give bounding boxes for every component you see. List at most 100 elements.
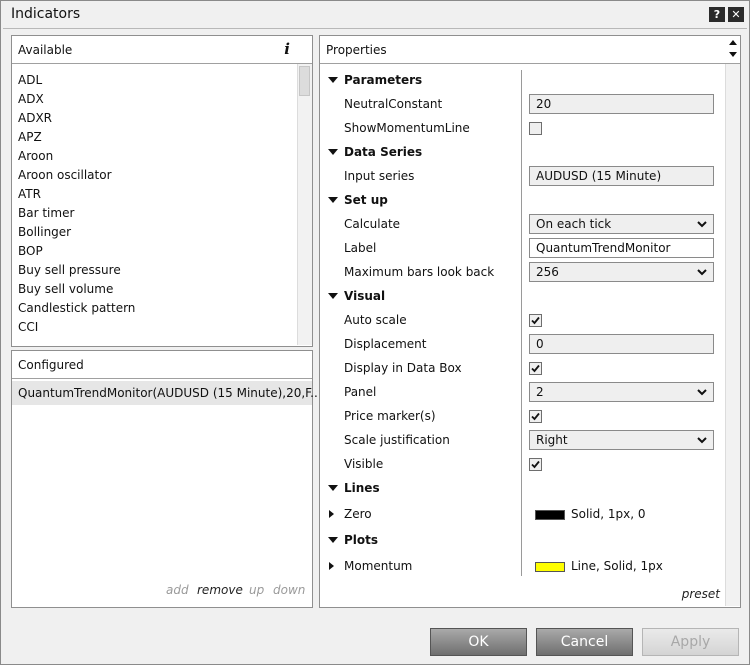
momentum-color-swatch[interactable] [535,562,565,572]
list-item[interactable]: ADXR [18,111,52,125]
panel-select[interactable]: 2 [529,382,714,402]
list-item[interactable]: ADL [18,73,42,87]
list-item[interactable]: Aroon oscillator [18,168,112,182]
apply-button[interactable]: Apply [642,628,739,656]
input-series-field[interactable]: AUDUSD (15 Minute) [529,166,714,186]
available-header: Available i [12,36,312,64]
zero-line-value: Solid, 1px, 0 [571,507,646,521]
display-in-data-box-label: Display in Data Box [344,361,462,375]
collapse-icon[interactable] [328,537,338,543]
properties-header: Properties [320,36,740,64]
close-icon[interactable]: ✕ [728,7,744,22]
panel-label: Panel [344,385,377,399]
zero-line-label[interactable]: Zero [344,507,372,521]
category-plots[interactable]: Plots [344,533,378,547]
checkmark-icon [531,412,540,421]
configured-item-selected[interactable]: QuantumTrendMonitor(AUDUSD (15 Minute),2… [12,381,322,405]
input-series-label: Input series [344,169,415,183]
ok-button[interactable]: OK [430,628,527,656]
collapse-icon[interactable] [328,77,338,83]
scale-justification-value: Right [536,433,568,447]
expand-icon[interactable] [329,510,334,518]
list-item[interactable]: Buy sell volume [18,282,113,296]
properties-scrollbar[interactable] [725,64,740,606]
list-item[interactable]: BOP [18,244,43,258]
list-item[interactable]: QuantumTrendMonitor(AUDUSD (15 Minute),2… [18,386,322,400]
scale-justification-label: Scale justification [344,433,450,447]
scale-justification-select[interactable]: Right [529,430,714,450]
scroll-down-icon[interactable] [729,52,737,57]
category-lines[interactable]: Lines [344,481,380,495]
neutral-constant-input[interactable]: 20 [529,94,714,114]
chevron-down-icon [697,389,707,396]
category-data-series[interactable]: Data Series [344,145,422,159]
properties-title: Properties [326,43,387,57]
list-item[interactable]: APZ [18,130,42,144]
checkmark-icon [531,460,540,469]
available-title: Available [18,43,73,57]
show-momentum-line-checkbox[interactable] [529,122,542,135]
list-item[interactable]: Buy sell pressure [18,263,121,277]
category-visual[interactable]: Visual [344,289,385,303]
price-marker-label: Price marker(s) [344,409,436,423]
properties-scroll-arrows[interactable] [728,38,738,60]
list-item[interactable]: Bar timer [18,206,74,220]
preset-link[interactable]: preset [682,587,720,601]
cancel-button[interactable]: Cancel [536,628,633,656]
chevron-down-icon [697,437,707,444]
down-link[interactable]: down [273,583,305,597]
properties-column-divider [521,70,522,576]
max-bars-label: Maximum bars look back [344,265,495,279]
neutral-constant-label: NeutralConstant [344,97,443,111]
momentum-plot-label[interactable]: Momentum [344,559,412,573]
collapse-icon[interactable] [328,197,338,203]
list-item[interactable]: ATR [18,187,41,201]
configured-header: Configured [12,351,312,379]
configured-panel: Configured QuantumTrendMonitor(AUDUSD (1… [11,350,322,608]
show-momentum-line-label: ShowMomentumLine [344,121,470,135]
price-marker-checkbox[interactable] [529,410,542,423]
auto-scale-checkbox[interactable] [529,314,542,327]
auto-scale-label: Auto scale [344,313,407,327]
scrollbar-thumb[interactable] [299,66,310,96]
category-set-up[interactable]: Set up [344,193,388,207]
visible-checkbox[interactable] [529,458,542,471]
checkmark-icon [531,364,540,373]
label-label: Label [344,241,377,255]
displacement-input[interactable]: 0 [529,334,714,354]
momentum-plot-value: Line, Solid, 1px [571,559,663,573]
label-input[interactable]: QuantumTrendMonitor [529,238,714,258]
category-parameters[interactable]: Parameters [344,73,422,87]
calculate-value: On each tick [536,217,612,231]
help-icon[interactable]: ? [709,7,725,22]
panel-value: 2 [536,385,544,399]
indicators-dialog: Indicators ? ✕ Available i ADL ADX ADXR … [0,0,750,665]
list-item[interactable]: CCI [18,320,38,334]
chevron-down-icon [697,221,707,228]
collapse-icon[interactable] [328,149,338,155]
calculate-label: Calculate [344,217,401,231]
info-icon[interactable]: i [284,40,290,58]
max-bars-select[interactable]: 256 [529,262,714,282]
expand-icon[interactable] [329,562,334,570]
calculate-select[interactable]: On each tick [529,214,714,234]
zero-color-swatch[interactable] [535,510,565,520]
max-bars-value: 256 [536,265,559,279]
displacement-label: Displacement [344,337,427,351]
title-divider [3,28,747,29]
add-link[interactable]: add [166,583,189,597]
list-item[interactable]: Bollinger [18,225,71,239]
window-title: Indicators [11,6,81,22]
collapse-icon[interactable] [328,293,338,299]
available-scrollbar[interactable] [297,64,312,345]
list-item[interactable]: Candlestick pattern [18,301,135,315]
up-link[interactable]: up [249,583,264,597]
scroll-up-icon[interactable] [729,40,737,45]
checkmark-icon [531,316,540,325]
list-item[interactable]: Aroon [18,149,53,163]
visible-label: Visible [344,457,384,471]
collapse-icon[interactable] [328,485,338,491]
remove-link[interactable]: remove [197,583,243,597]
list-item[interactable]: ADX [18,92,44,106]
display-in-data-box-checkbox[interactable] [529,362,542,375]
